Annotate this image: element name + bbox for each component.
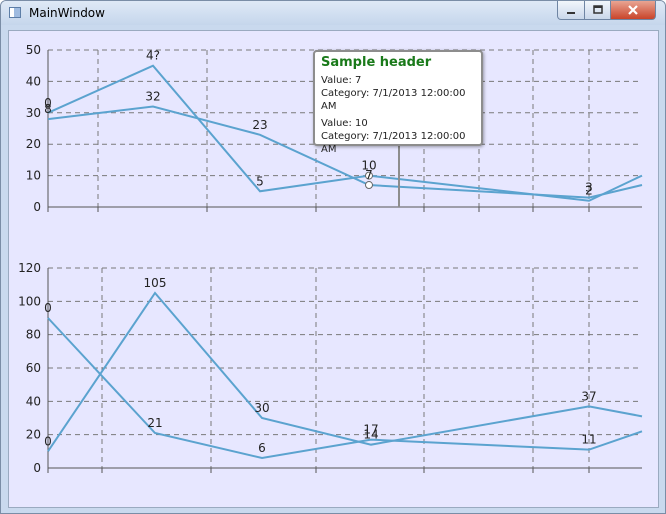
y-tick-label: 10 (26, 169, 41, 183)
data-label: 0 (44, 434, 52, 448)
data-label: 5 (256, 174, 264, 188)
data-label: 11 (581, 433, 596, 447)
tooltip-value: Value: 10 (321, 118, 368, 129)
data-label: 7 (365, 168, 373, 182)
tooltip-category: Category: 7/1/2013 12:00:00 AM (321, 131, 466, 155)
data-label: 3 (585, 181, 593, 195)
data-label: 105 (144, 276, 167, 290)
y-tick-label: 40 (26, 74, 41, 88)
data-label: 14 (363, 428, 378, 442)
tooltip-entry: Value: 10 Category: 7/1/2013 12:00:00 AM (321, 117, 475, 156)
line-chart-2: 020406080100120021617110105301437 (18, 261, 643, 475)
tooltip-category: Category: 7/1/2013 12:00:00 AM (321, 88, 466, 112)
data-label: 6 (258, 441, 266, 455)
series-line-1 (47, 317, 643, 460)
data-label: 37 (581, 389, 596, 403)
data-label: 30 (254, 401, 269, 415)
y-tick-label: 20 (26, 137, 41, 151)
y-tick-label: 0 (33, 461, 41, 475)
y-tick-label: 20 (26, 428, 41, 442)
tooltip-entry: Value: 7 Category: 7/1/2013 12:00:00 AM (321, 74, 475, 113)
data-label: 8 (44, 102, 52, 116)
data-label: 21 (147, 416, 162, 430)
hover-marker (365, 181, 373, 190)
data-label: 23 (252, 118, 267, 132)
y-tick-label: 30 (26, 106, 41, 120)
y-tick-label: 100 (18, 294, 41, 308)
y-tick-label: 50 (26, 43, 41, 57)
y-tick-label: 120 (18, 261, 41, 275)
y-tick-label: 40 (26, 394, 41, 408)
data-label: 0 (44, 301, 52, 315)
y-tick-label: 0 (33, 200, 41, 214)
data-label: 4? (146, 49, 160, 63)
y-tick-label: 80 (26, 328, 41, 342)
tooltip-value: Value: 7 (321, 75, 362, 86)
chart-tooltip: Sample header Value: 7 Category: 7/1/201… (313, 50, 483, 155)
tooltip-header: Sample header (321, 55, 432, 70)
y-tick-label: 60 (26, 361, 41, 375)
series-line-2 (47, 291, 643, 452)
data-label: 32 (145, 90, 160, 104)
